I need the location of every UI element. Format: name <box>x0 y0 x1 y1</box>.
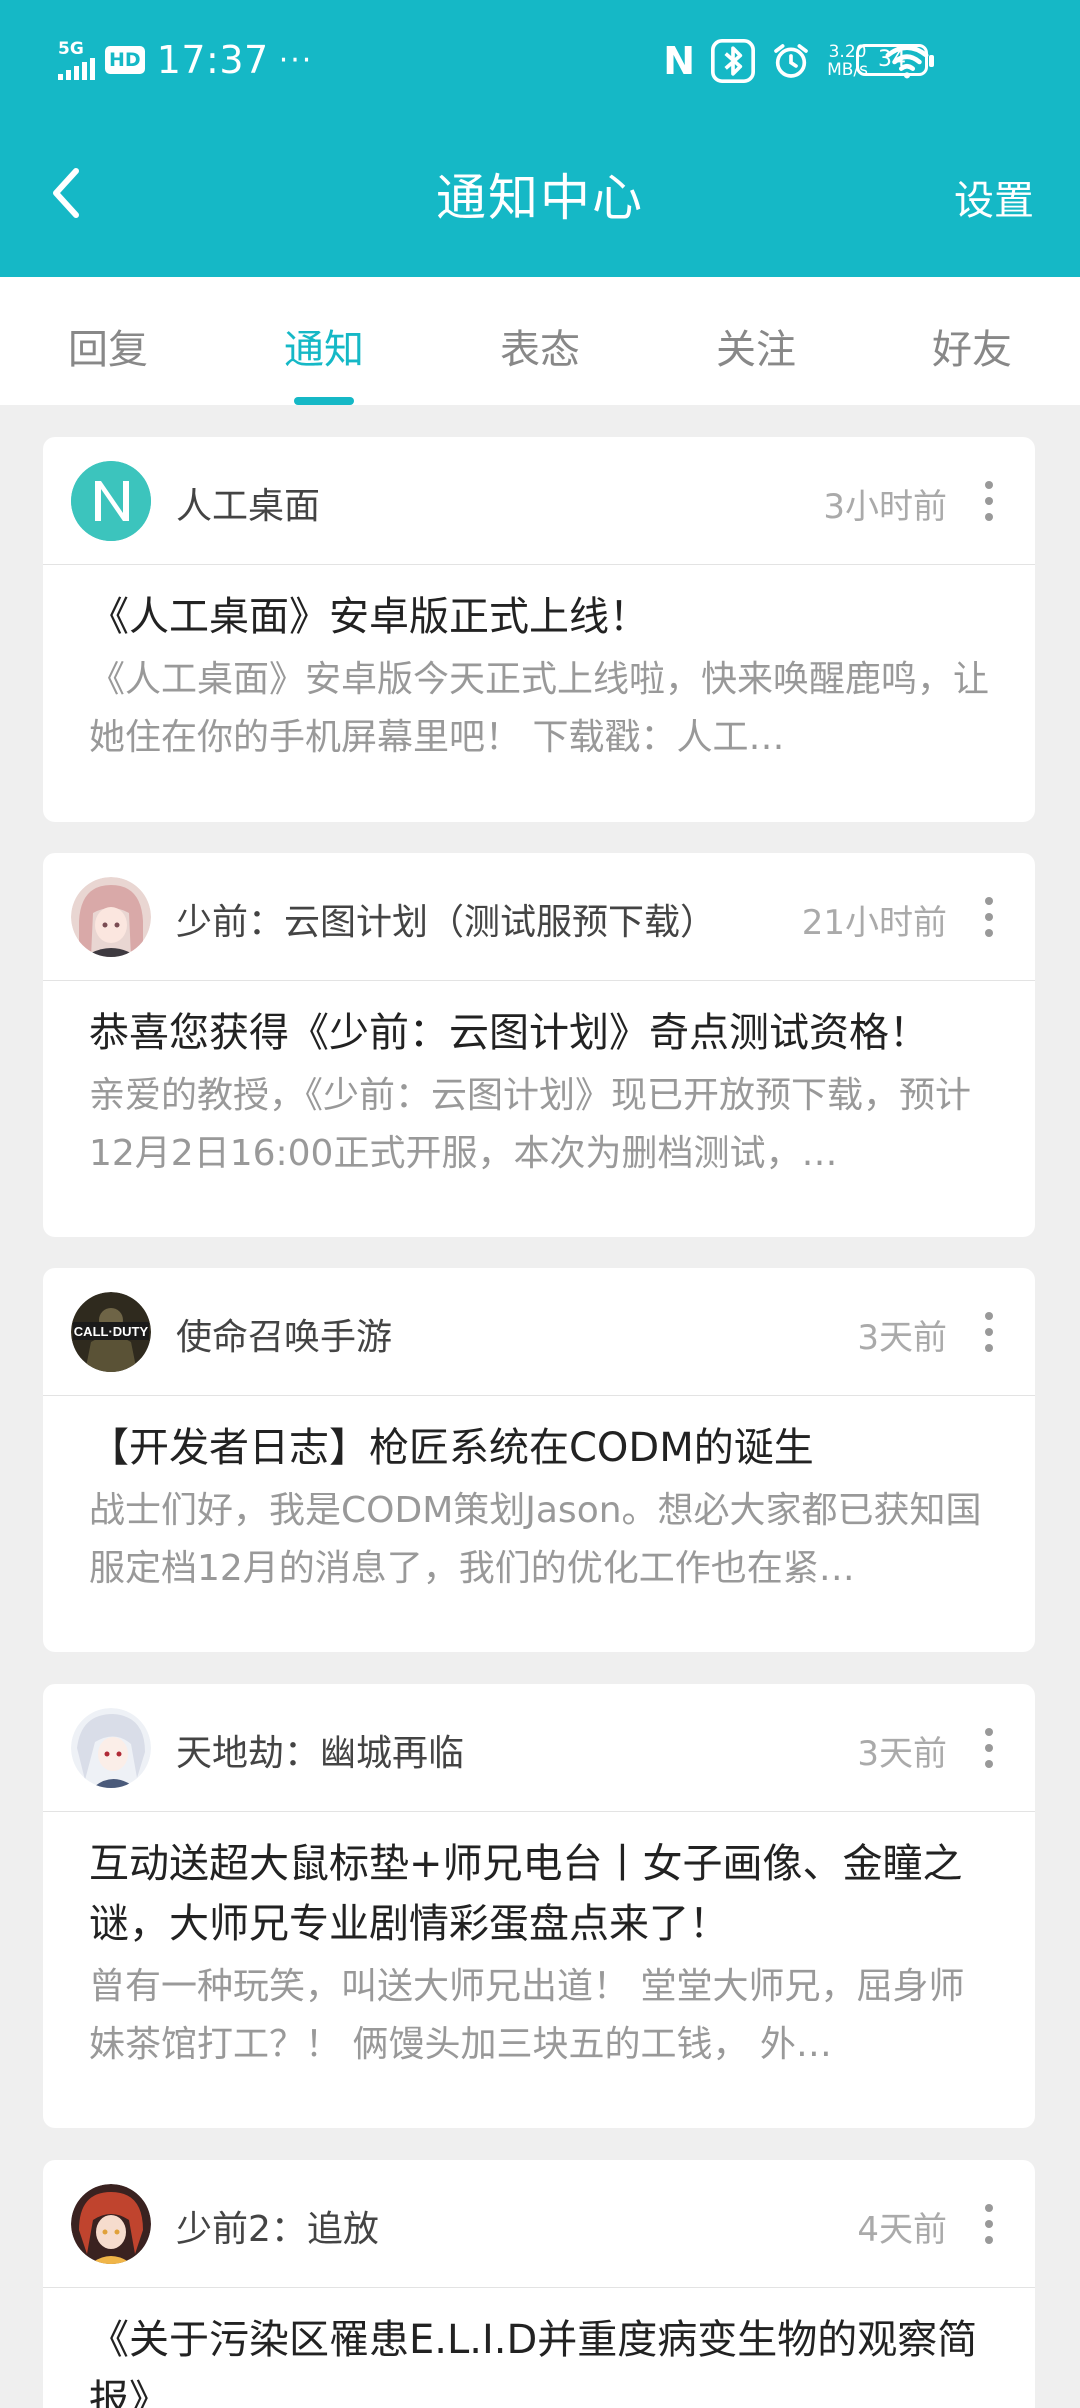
notification-excerpt: 《人工桌面》安卓版今天正式上线啦，快来唤醒鹿鸣，让她住在你的手机屏幕里吧！ 下载… <box>89 659 989 758</box>
notification-card[interactable]: 天地劫：幽城再临 3天前 互动送超大鼠标垫+师兄电台丨女子画像、金瞳之谜，大师兄… <box>43 1684 1035 2128</box>
source-name[interactable]: 少前：云图计划（测试服预下载） <box>176 893 716 945</box>
tab-reactions[interactable]: 表态 <box>432 277 648 405</box>
more-options-icon[interactable] <box>979 893 999 941</box>
card-body: 【开发者日志】枪匠系统在CODM的诞生 战士们好，我是CODM策划Jason。想… <box>43 1396 1035 1598</box>
active-tab-indicator <box>294 397 354 405</box>
bluetooth-icon <box>711 39 756 83</box>
clock: 17:37 <box>156 38 269 82</box>
title-bar: 通知中心 设置 <box>0 130 1080 260</box>
notification-center-screen: 5G HD 17:37 ··· N 3.20 MB/s 34 通知中心 设置 回… <box>0 0 1080 2408</box>
nfc-icon: N <box>663 39 696 83</box>
more-options-icon[interactable] <box>979 477 999 525</box>
more-notifications-icon: ··· <box>278 42 314 78</box>
notification-card[interactable]: 人工桌面 3小时前 《人工桌面》安卓版正式上线！ 《人工桌面》安卓版今天正式上线… <box>43 437 1035 822</box>
card-body: 《人工桌面》安卓版正式上线！ 《人工桌面》安卓版今天正式上线啦，快来唤醒鹿鸣，让… <box>43 565 1035 767</box>
status-bar: 5G HD 17:37 ··· N 3.20 MB/s 34 <box>0 0 1080 120</box>
source-name[interactable]: 使命召唤手游 <box>176 1308 392 1360</box>
source-name[interactable]: 人工桌面 <box>176 477 320 529</box>
more-options-icon[interactable] <box>979 2200 999 2248</box>
signal-icon: 5G <box>58 40 95 80</box>
white-hair-character-avatar-icon[interactable] <box>71 1708 151 1788</box>
timestamp: 4天前 <box>857 2210 947 2250</box>
status-left: 5G HD 17:37 ··· <box>58 34 313 86</box>
battery-level: 34 <box>878 47 906 72</box>
card-header: 少前：云图计划（测试服预下载） 21小时前 <box>43 853 1035 981</box>
card-header: 人工桌面 3小时前 <box>43 437 1035 565</box>
card-body: 恭喜您获得《少前：云图计划》奇点测试资格！ 亲爱的教授，《少前：云图计划》现已开… <box>43 981 1035 1183</box>
timestamp: 3天前 <box>857 1318 947 1358</box>
page-title: 通知中心 <box>436 169 644 227</box>
tab-label: 表态 <box>500 327 580 373</box>
tab-label: 关注 <box>716 327 796 373</box>
notification-title: 【开发者日志】枪匠系统在CODM的诞生 <box>89 1425 814 1471</box>
call-of-duty-avatar-icon[interactable]: CALL·DUTY <box>71 1292 151 1372</box>
card-header: 少前2：追放 4天前 <box>43 2160 1035 2288</box>
more-options-icon[interactable] <box>979 1724 999 1772</box>
tab-follows[interactable]: 关注 <box>648 277 864 405</box>
notification-card[interactable]: 少前2：追放 4天前 《关于污染区罹患E.L.I.D并重度病变生物的观察简报》 <box>43 2160 1035 2408</box>
card-body: 互动送超大鼠标垫+师兄电台丨女子画像、金瞳之谜，大师兄专业剧情彩蛋盘点来了！ 曾… <box>43 1812 1035 2074</box>
card-header: 天地劫：幽城再临 3天前 <box>43 1684 1035 1812</box>
settings-button[interactable]: 设置 <box>954 168 1034 226</box>
tab-friends[interactable]: 好友 <box>864 277 1080 405</box>
tab-notifications[interactable]: 通知 <box>216 277 432 405</box>
card-header: CALL·DUTY 使命召唤手游 3天前 <box>43 1268 1035 1396</box>
anime-girl-avatar-icon[interactable] <box>71 877 151 957</box>
tab-replies[interactable]: 回复 <box>0 277 216 405</box>
hd-badge: HD <box>105 46 145 74</box>
timestamp: 3天前 <box>857 1734 947 1774</box>
notification-excerpt: 亲爱的教授，《少前：云图计划》现已开放预下载，预计12月2日16:00正式开服，… <box>89 1075 972 1174</box>
tab-label: 好友 <box>932 327 1012 373</box>
timestamp: 21小时前 <box>801 903 947 943</box>
notification-title: 《人工桌面》安卓版正式上线！ <box>89 594 649 640</box>
card-body: 《关于污染区罹患E.L.I.D并重度病变生物的观察简报》 <box>43 2288 1035 2408</box>
tab-label: 回复 <box>68 327 148 373</box>
notification-excerpt: 曾有一种玩笑，叫送大师兄出道！ 堂堂大师兄，屈身师妹茶馆打工？！ 俩馒头加三块五… <box>89 1966 965 2065</box>
notification-card[interactable]: 少前：云图计划（测试服预下载） 21小时前 恭喜您获得《少前：云图计划》奇点测试… <box>43 853 1035 1237</box>
tab-bar: 回复 通知 表态 关注 好友 <box>0 277 1080 405</box>
notification-title: 恭喜您获得《少前：云图计划》奇点测试资格！ <box>89 1010 929 1056</box>
red-hair-character-avatar-icon[interactable] <box>71 2184 151 2264</box>
source-name[interactable]: 少前2：追放 <box>176 2200 379 2252</box>
letter-n-logo-icon[interactable] <box>71 461 151 541</box>
avatar-text: CALL·DUTY <box>74 1324 149 1339</box>
source-name[interactable]: 天地劫：幽城再临 <box>176 1724 464 1776</box>
notification-excerpt: 战士们好，我是CODM策划Jason。想必大家都已获知国服定档12月的消息了，我… <box>89 1490 982 1589</box>
header: 5G HD 17:37 ··· N 3.20 MB/s 34 通知中心 设置 <box>0 0 1080 277</box>
alarm-icon <box>774 44 808 78</box>
network-type: 5G <box>58 39 84 59</box>
tab-label: 通知 <box>284 327 364 373</box>
notification-title: 《关于污染区罹患E.L.I.D并重度病变生物的观察简报》 <box>89 2317 978 2408</box>
notification-card[interactable]: CALL·DUTY 使命召唤手游 3天前 【开发者日志】枪匠系统在CODM的诞生… <box>43 1268 1035 1652</box>
battery-icon: 34 <box>856 44 934 76</box>
notification-title: 互动送超大鼠标垫+师兄电台丨女子画像、金瞳之谜，大师兄专业剧情彩蛋盘点来了！ <box>89 1841 963 1947</box>
more-options-icon[interactable] <box>979 1308 999 1356</box>
timestamp: 3小时前 <box>823 487 947 527</box>
